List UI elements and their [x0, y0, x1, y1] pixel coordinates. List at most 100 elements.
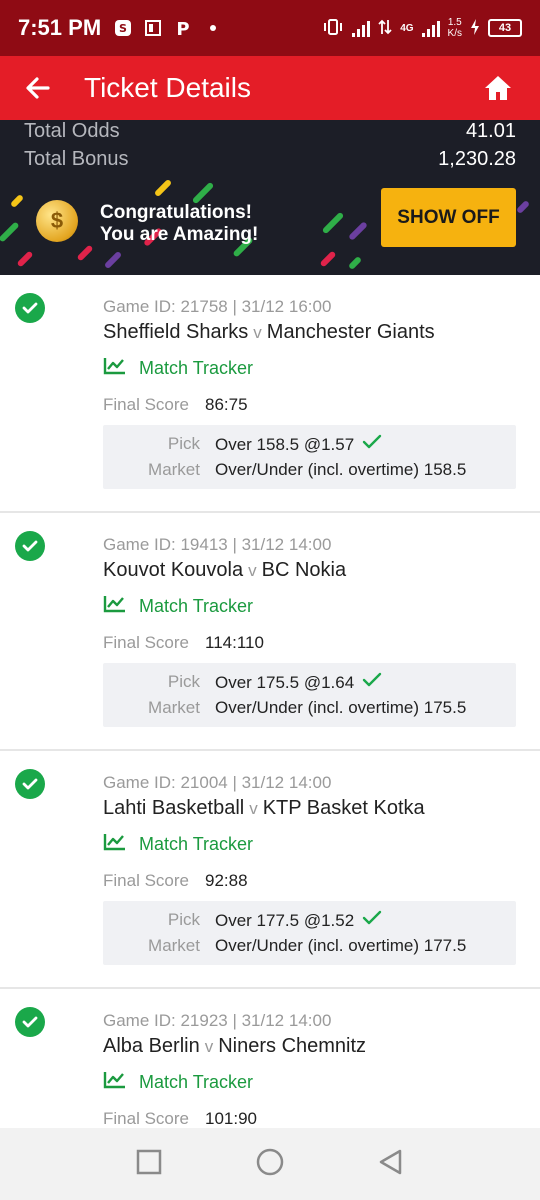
total-bonus-label: Total Bonus — [24, 147, 129, 170]
net-speed: 1.5 K/s — [448, 17, 462, 39]
final-score-label: Final Score — [103, 871, 189, 890]
pick-label: Pick — [167, 910, 200, 929]
confetti — [153, 178, 173, 198]
final-score-value: 101:90 — [205, 1109, 257, 1128]
match-teams: Lahti Basketball v KTP Basket Kotka — [103, 797, 425, 820]
home-team: Sheffield Sharks — [103, 321, 249, 343]
won-check-icon — [15, 531, 45, 561]
confetti — [9, 193, 25, 209]
status-time: 7:51 PM — [18, 15, 102, 40]
match-tracker-link[interactable]: Match Tracker — [103, 357, 253, 380]
total-odds-row: Total Odds 41.01 — [0, 120, 540, 145]
total-bonus-row: Total Bonus 1,230.28 — [0, 145, 540, 173]
final-score-label: Final Score — [103, 1109, 189, 1128]
final-score-value: 114:110 — [205, 633, 264, 652]
pick-check-icon — [362, 910, 382, 931]
pick-check-icon — [362, 434, 382, 455]
game-id: Game ID: 19413 | 31/12 14:00 — [103, 535, 332, 554]
final-score-value: 86:75 — [205, 395, 248, 414]
won-check-icon — [15, 1007, 45, 1037]
confetti — [191, 181, 215, 205]
confetti — [16, 250, 34, 268]
confetti — [347, 255, 363, 271]
home-nav-icon[interactable] — [255, 1147, 285, 1182]
market-label: Market — [148, 698, 200, 717]
match-tracker-label: Match Tracker — [139, 596, 254, 616]
market-label: Market — [148, 936, 200, 955]
home-team: Kouvot Kouvola — [103, 559, 244, 581]
vibrate-icon — [322, 18, 344, 39]
total-odds-value: 41.01 — [465, 120, 516, 142]
bet-card[interactable]: Game ID: 21923 | 31/12 14:00 Alba Berlin… — [0, 989, 540, 1128]
show-off-button[interactable]: SHOW OFF — [381, 188, 516, 247]
confetti — [76, 244, 94, 262]
confetti — [0, 221, 20, 243]
congrats-banner: $ Congratulations! You are Amazing! SHOW… — [0, 178, 540, 275]
bet-list: Game ID: 21758 | 31/12 16:00 Sheffield S… — [0, 275, 540, 1128]
recent-apps-icon[interactable] — [136, 1149, 162, 1180]
status-bar: 7:51 PM S P 4G 1.5 K/s 43 — [0, 0, 540, 56]
back-arrow-icon[interactable] — [24, 70, 60, 106]
back-nav-icon[interactable] — [378, 1149, 404, 1180]
pick-row: Over 158.5 @1.57 — [215, 434, 382, 455]
bet-card[interactable]: Game ID: 21758 | 31/12 16:00 Sheffield S… — [0, 275, 540, 513]
net-speed-unit: K/s — [447, 28, 462, 39]
home-icon[interactable] — [480, 70, 516, 106]
match-tracker-link[interactable]: Match Tracker — [103, 833, 253, 856]
match-tracker-label: Match Tracker — [139, 834, 254, 854]
final-score-value: 92:88 — [205, 871, 248, 890]
pick-value: Over 177.5 @1.52 — [215, 910, 355, 930]
charging-icon — [470, 18, 480, 39]
pick-box: Pick Over 177.5 @1.52 Market Over/Under … — [103, 901, 516, 965]
match-tracker-link[interactable]: Match Tracker — [103, 1071, 253, 1094]
app-bar: Ticket Details — [0, 56, 540, 120]
pick-value: Over 158.5 @1.57 — [215, 434, 355, 454]
bet-card[interactable]: Game ID: 21004 | 31/12 14:00 Lahti Baske… — [0, 751, 540, 989]
p-app-icon: P — [173, 18, 193, 38]
congrats-line2: You are Amazing! — [100, 224, 259, 245]
dot-icon — [203, 18, 223, 38]
pick-box: Pick Over 175.5 @1.64 Market Over/Under … — [103, 663, 516, 727]
coin-icon: $ — [36, 200, 78, 242]
system-nav-bar — [0, 1128, 540, 1200]
final-score-label: Final Score — [103, 395, 189, 414]
market-value: Over/Under (incl. overtime) 158.5 — [215, 460, 467, 479]
confetti — [321, 211, 345, 235]
ticket-summary: Total Odds 41.01 Total Bonus 1,230.28 $ … — [0, 120, 540, 275]
status-right: 4G 1.5 K/s 43 — [322, 17, 522, 39]
won-check-icon — [15, 769, 45, 799]
match-tracker-label: Match Tracker — [139, 1072, 254, 1092]
pick-row: Over 177.5 @1.52 — [215, 910, 382, 931]
network-label: 4G — [400, 22, 414, 34]
vs-label: v — [249, 799, 258, 818]
won-check-icon — [15, 293, 45, 323]
market-value: Over/Under (incl. overtime) 177.5 — [215, 936, 467, 955]
pick-value: Over 175.5 @1.64 — [215, 672, 355, 692]
notification-icons: S P — [113, 18, 223, 38]
signal-icon-2 — [421, 19, 440, 37]
confetti — [103, 250, 123, 270]
pick-label: Pick — [167, 672, 200, 691]
pick-box: Pick Over 158.5 @1.57 Market Over/Under … — [103, 425, 516, 489]
congrats-line1: Congratulations! — [100, 202, 252, 223]
bet-card[interactable]: Game ID: 19413 | 31/12 14:00 Kouvot Kouv… — [0, 513, 540, 751]
away-team: BC Nokia — [261, 559, 347, 581]
market-value: Over/Under (incl. overtime) 175.5 — [215, 698, 467, 717]
total-odds-label: Total Odds — [24, 120, 120, 142]
app-notification-icon: S — [113, 18, 133, 38]
net-speed-value: 1.5 — [447, 17, 462, 28]
chart-icon — [103, 1071, 127, 1094]
match-tracker-link[interactable]: Match Tracker — [103, 595, 253, 618]
signal-icon — [352, 19, 371, 37]
svg-text:S: S — [119, 22, 127, 35]
away-team: KTP Basket Kotka — [262, 797, 425, 819]
chart-icon — [103, 833, 127, 856]
congrats-text: Congratulations! You are Amazing! — [100, 202, 258, 246]
away-team: Manchester Giants — [266, 321, 435, 343]
match-teams: Sheffield Sharks v Manchester Giants — [103, 321, 435, 344]
vs-label: v — [204, 1037, 214, 1056]
chart-icon — [103, 357, 127, 380]
page-title: Ticket Details — [84, 72, 252, 103]
vs-label: v — [248, 561, 257, 580]
network-type: 4G — [400, 23, 413, 34]
